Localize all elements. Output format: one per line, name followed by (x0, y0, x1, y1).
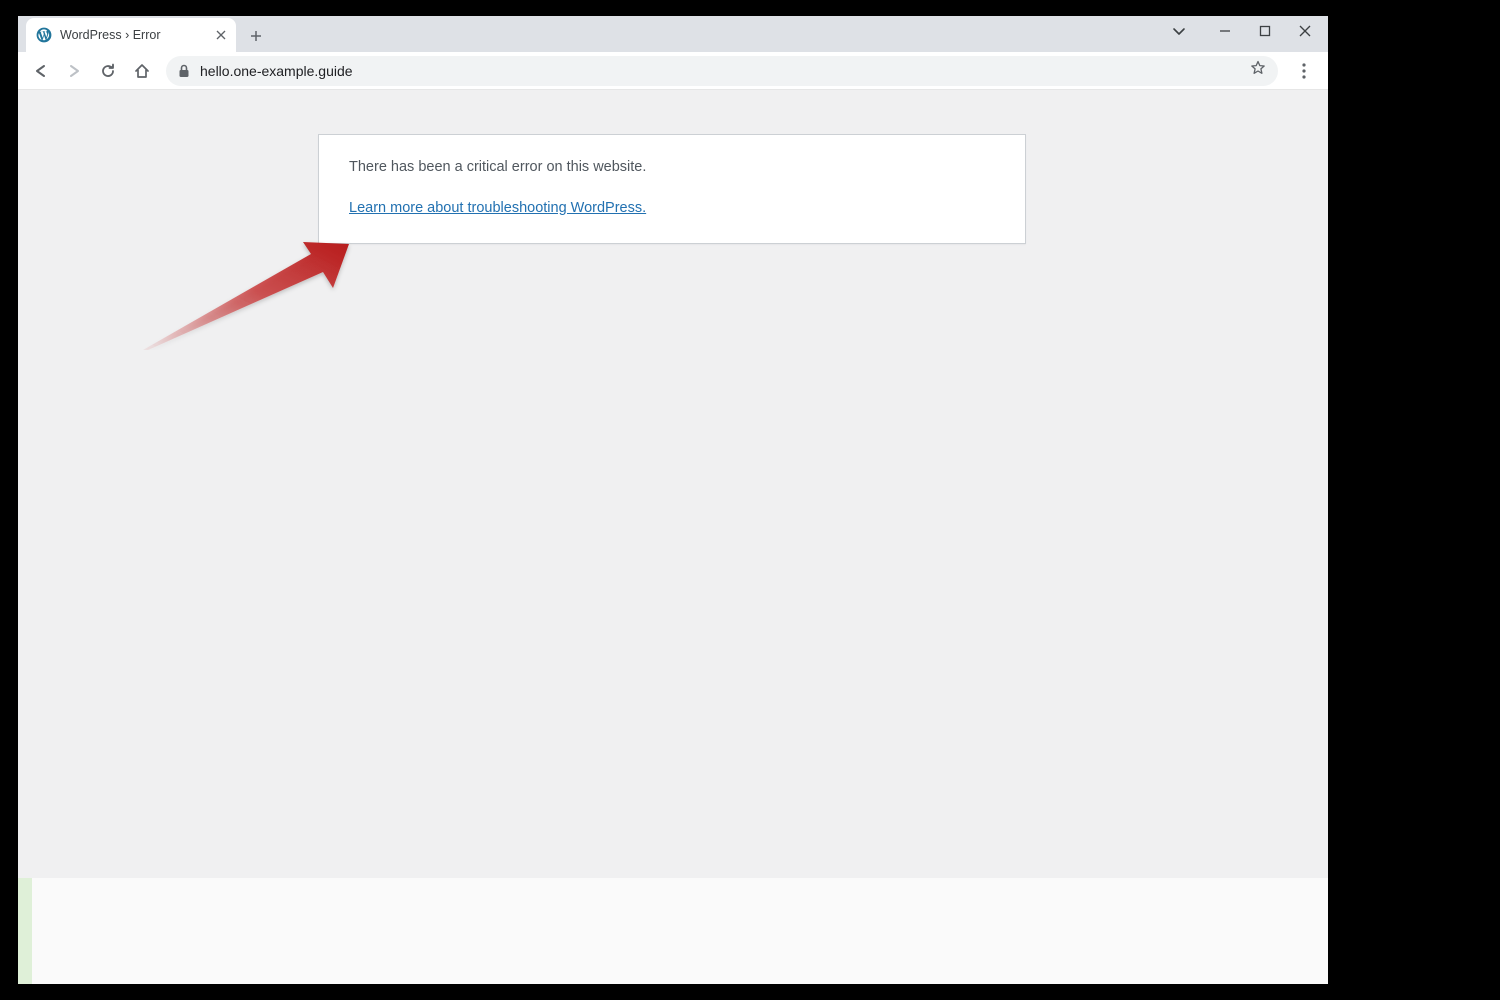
new-tab-button[interactable] (242, 22, 270, 50)
wordpress-favicon-icon (36, 27, 52, 43)
bottom-strip-decoration (18, 878, 1328, 984)
error-message-text: There has been a critical error on this … (349, 159, 995, 175)
back-button[interactable] (24, 55, 56, 87)
browser-tab[interactable]: WordPress › Error (26, 18, 236, 52)
lock-icon (178, 64, 190, 78)
tab-title: WordPress › Error (60, 28, 208, 42)
learn-more-link[interactable]: Learn more about troubleshooting WordPre… (349, 200, 646, 216)
bookmark-star-icon[interactable] (1250, 60, 1266, 81)
address-bar[interactable]: hello.one-example.guide (166, 56, 1278, 86)
close-tab-icon[interactable] (216, 27, 226, 43)
forward-button[interactable] (58, 55, 90, 87)
reload-button[interactable] (92, 55, 124, 87)
home-button[interactable] (126, 55, 158, 87)
page-viewport: There has been a critical error on this … (18, 90, 1328, 878)
browser-window: WordPress › Error hello.one-example.guid… (18, 16, 1328, 878)
tab-strip: WordPress › Error (18, 16, 1328, 52)
kebab-menu-icon[interactable] (1286, 55, 1322, 87)
browser-toolbar: hello.one-example.guide (18, 52, 1328, 90)
url-text: hello.one-example.guide (200, 63, 1240, 79)
wordpress-error-box: There has been a critical error on this … (318, 134, 1026, 244)
